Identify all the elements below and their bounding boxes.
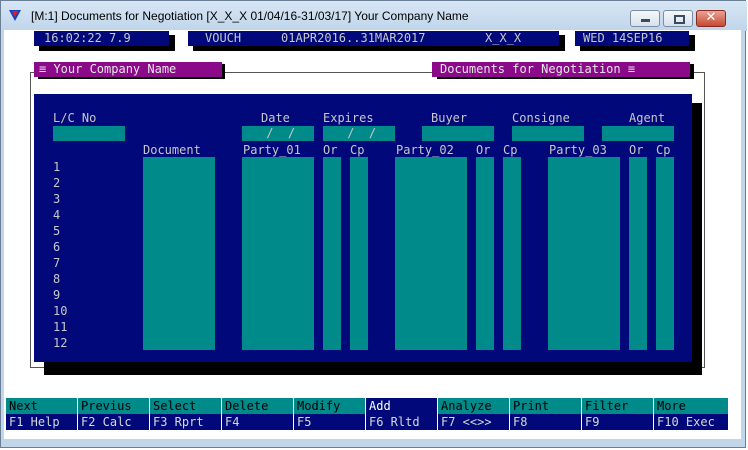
fkey-f3-label: F3 Rprt — [150, 414, 221, 430]
cp-2-column[interactable] — [503, 157, 521, 350]
row-number: 2 — [53, 176, 61, 190]
fkey-next[interactable]: Next F1 Help — [6, 398, 77, 430]
or-2-column-header: Or — [476, 143, 491, 157]
fkey-f7-label: F7 <<>> — [438, 414, 509, 430]
buyer-label: Buyer — [431, 111, 468, 125]
cp-3-column[interactable] — [656, 157, 674, 350]
module-name: VOUCH — [205, 31, 242, 45]
fkey-analyze-label: Analyze — [438, 398, 509, 414]
fkey-print-label: Print — [510, 398, 581, 414]
close-icon: ✕ — [705, 10, 717, 25]
fkey-filter[interactable]: Filter F9 — [582, 398, 653, 430]
fkey-add-label: Add — [366, 398, 437, 414]
row-number: 8 — [53, 272, 61, 286]
row-number: 12 — [53, 336, 68, 350]
system-date: WED 14SEP16 — [575, 31, 689, 46]
fkey-select-label: Select — [150, 398, 221, 414]
row-number: 1 — [53, 160, 61, 174]
row-number: 7 — [53, 256, 61, 270]
consigne-label: Consigne — [512, 111, 570, 125]
fkey-select[interactable]: Select F3 Rprt — [150, 398, 221, 430]
or-1-column[interactable] — [323, 157, 341, 350]
or-1-column-header: Or — [323, 143, 338, 157]
fkey-f4-label: F4 — [222, 414, 293, 430]
cp-3-column-header: Cp — [656, 143, 671, 157]
fkey-delete[interactable]: Delete F4 — [222, 398, 293, 430]
fkey-f9-label: F9 — [582, 414, 653, 430]
party-01-column[interactable] — [242, 157, 314, 350]
fkey-modify-label: Modify — [294, 398, 365, 414]
company-code: X_X_X — [485, 31, 522, 45]
fkey-f5-label: F5 — [294, 414, 365, 430]
party-03-column-header: Party_03 — [549, 143, 607, 157]
fkey-delete-label: Delete — [222, 398, 293, 414]
maximize-button[interactable] — [663, 10, 693, 27]
cp-1-column[interactable] — [350, 157, 368, 350]
party-03-column[interactable] — [548, 157, 620, 350]
title-bar[interactable]: [M:1] Documents for Negotiation [X_X_X 0… — [1, 1, 747, 31]
date-label: Date — [261, 111, 290, 125]
screen-title-banner: Documents for Negotiation ≡ — [432, 62, 690, 77]
fkey-print[interactable]: Print F8 — [510, 398, 581, 430]
buyer-field[interactable] — [422, 126, 494, 141]
fkey-more[interactable]: More F10 Exec — [654, 398, 728, 430]
lc-no-label: L/C No — [53, 111, 97, 125]
lc-no-field[interactable] — [53, 126, 125, 141]
minimize-button[interactable] — [630, 10, 660, 27]
or-3-column[interactable] — [629, 157, 647, 350]
agent-field[interactable] — [602, 126, 674, 141]
date-field[interactable]: / / — [242, 126, 314, 141]
window-title: [M:1] Documents for Negotiation [X_X_X 0… — [31, 9, 469, 23]
close-button[interactable]: ✕ — [696, 10, 726, 27]
document-column-header: Document — [143, 143, 201, 157]
clock-display: 16:02:22 7.9 — [34, 31, 169, 46]
fkey-previous[interactable]: Previus F2 Calc — [78, 398, 149, 430]
fkey-previous-label: Previus — [78, 398, 149, 414]
fkey-modify[interactable]: Modify F5 — [294, 398, 365, 430]
app-logo-icon[interactable] — [9, 10, 21, 21]
row-number: 10 — [53, 304, 68, 318]
fkey-f6-label: F6 Rltd — [366, 414, 437, 430]
period-status: VOUCH 01APR2016..31MAR2017 X_X_X — [188, 31, 559, 46]
party-02-column-header: Party_02 — [396, 143, 454, 157]
row-number: 4 — [53, 208, 61, 222]
fkey-next-label: Next — [6, 398, 77, 414]
row-number: 6 — [53, 240, 61, 254]
fkey-more-label: More — [654, 398, 728, 414]
party-01-column-header: Party_01 — [243, 143, 301, 157]
row-number: 3 — [53, 192, 61, 206]
expires-label: Expires — [323, 111, 374, 125]
cp-2-column-header: Cp — [503, 143, 518, 157]
fkey-analyze[interactable]: Analyze F7 <<>> — [438, 398, 509, 430]
fkey-f2-label: F2 Calc — [78, 414, 149, 430]
row-number: 11 — [53, 320, 68, 334]
fkey-f1-label: F1 Help — [6, 414, 77, 430]
party-02-column[interactable] — [395, 157, 467, 350]
fkey-filter-label: Filter — [582, 398, 653, 414]
fkey-f8-label: F8 — [510, 414, 581, 430]
or-3-column-header: Or — [629, 143, 644, 157]
expires-field[interactable]: / / — [323, 126, 395, 141]
fkey-f10-label: F10 Exec — [654, 414, 728, 430]
maximize-icon — [674, 15, 685, 24]
fkey-add[interactable]: Add F6 Rltd — [366, 398, 437, 430]
minimize-icon — [641, 19, 650, 22]
or-2-column[interactable] — [476, 157, 494, 350]
consigne-field[interactable] — [512, 126, 584, 141]
agent-label: Agent — [629, 111, 666, 125]
cp-1-column-header: Cp — [350, 143, 365, 157]
row-number: 5 — [53, 224, 61, 238]
row-number: 9 — [53, 288, 61, 302]
period-range: 01APR2016..31MAR2017 — [281, 31, 426, 45]
document-column[interactable] — [143, 157, 215, 350]
company-banner: ≡ Your Company Name — [34, 62, 222, 77]
